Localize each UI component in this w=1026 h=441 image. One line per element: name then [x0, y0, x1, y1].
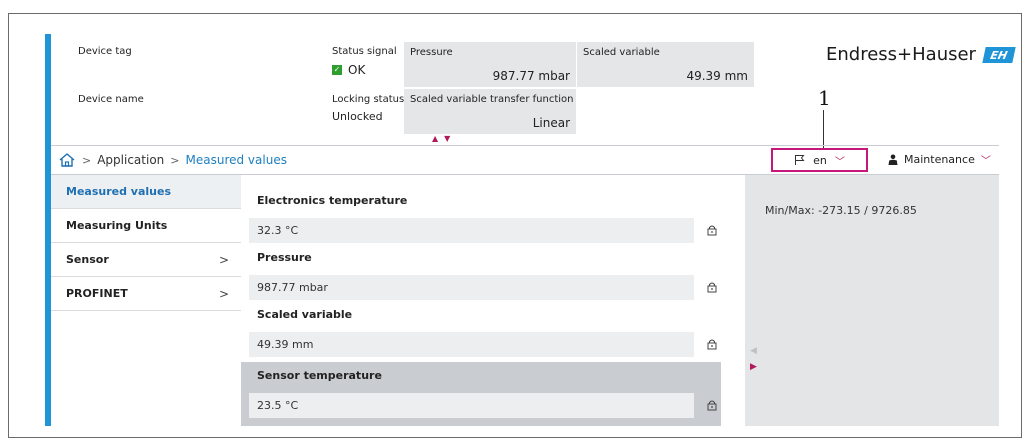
- language-value: en: [813, 153, 827, 167]
- chevron-right-icon: >: [170, 153, 180, 167]
- lock-icon: [707, 225, 717, 236]
- tile-label: Scaled variable transfer function: [410, 94, 574, 105]
- sidebar-item-label: PROFINET: [66, 287, 128, 300]
- arrow-left-icon[interactable]: ◀: [750, 343, 757, 359]
- main-content: Electronics temperature 32.3 °C Pressure…: [241, 175, 741, 426]
- status-signal-value: OK: [348, 63, 366, 77]
- group-title: Scaled variable: [257, 308, 353, 321]
- chevron-down-icon: ﹀: [834, 156, 845, 168]
- role-selector[interactable]: Maintenance ﹀: [888, 152, 991, 167]
- divider: [51, 145, 999, 146]
- sidebar-item-label: Sensor: [66, 253, 109, 266]
- group-title: Pressure: [257, 251, 312, 264]
- sidebar-item-profinet[interactable]: PROFINET >: [51, 277, 241, 311]
- chevron-right-icon: >: [218, 286, 229, 301]
- callout-number: 1: [818, 86, 831, 110]
- tile-transfer-function[interactable]: Scaled variable transfer function Linear: [404, 89, 576, 134]
- tile-scaled-variable[interactable]: Scaled variable 49.39 mm: [577, 42, 754, 87]
- chevron-right-icon: >: [218, 252, 229, 267]
- status-signal-label: Status signal: [332, 46, 397, 57]
- chevron-down-icon: ﹀: [980, 156, 991, 167]
- sidebar: Measured values Measuring Units Sensor >…: [51, 175, 242, 426]
- language-selector[interactable]: en ﹀: [771, 148, 868, 172]
- value-field: 32.3 °C: [249, 218, 694, 243]
- home-icon[interactable]: [58, 152, 76, 168]
- brand-name: Endress+Hauser: [826, 44, 976, 65]
- lock-icon: [707, 282, 717, 293]
- tile-label: Scaled variable: [583, 47, 660, 58]
- callout-line: [823, 110, 824, 150]
- tile-scroll-arrows-icon[interactable]: ▲▼: [432, 134, 456, 143]
- locking-status-value: Unlocked: [332, 110, 383, 123]
- sidebar-item-label: Measuring Units: [66, 219, 168, 232]
- eh-logo-icon: EH: [982, 46, 1016, 63]
- ok-check-icon: ✓: [332, 65, 342, 75]
- flag-icon: [795, 155, 805, 165]
- breadcrumb-item-current[interactable]: Measured values: [186, 153, 287, 167]
- value-field: 23.5 °C: [249, 393, 694, 418]
- lock-icon: [707, 339, 717, 350]
- info-panel: Min/Max: -273.15 / 9726.85 ◀ ▶: [745, 175, 999, 426]
- value-field: 49.39 mm: [249, 332, 694, 357]
- sidebar-item-label: Measured values: [66, 185, 171, 198]
- minmax-info: Min/Max: -273.15 / 9726.85: [765, 204, 917, 217]
- panel-toggle[interactable]: ◀ ▶: [750, 343, 757, 375]
- tile-pressure[interactable]: Pressure 987.77 mbar: [404, 42, 576, 87]
- tile-value: 49.39 mm: [686, 69, 748, 83]
- sidebar-item-sensor[interactable]: Sensor >: [51, 243, 241, 277]
- group-title: Electronics temperature: [257, 194, 408, 207]
- locking-status-label: Locking status: [332, 94, 405, 105]
- chevron-right-icon: >: [82, 153, 92, 167]
- tile-value: 987.77 mbar: [492, 69, 570, 83]
- lock-icon: [707, 400, 717, 411]
- group-title: Sensor temperature: [257, 369, 382, 382]
- sidebar-item-measuring-units[interactable]: Measuring Units: [51, 209, 241, 243]
- brand-logo: Endress+Hauser EH: [826, 44, 1016, 65]
- sidebar-item-measured-values[interactable]: Measured values: [51, 175, 241, 209]
- status-signal[interactable]: ✓ OK: [332, 63, 365, 77]
- user-icon: [888, 154, 898, 165]
- device-name-label: Device name: [78, 94, 144, 105]
- value-field: 987.77 mbar: [249, 275, 694, 300]
- tile-value: Linear: [532, 116, 570, 130]
- breadcrumb: > Application > Measured values: [58, 150, 287, 170]
- role-value: Maintenance: [904, 153, 975, 166]
- tile-label: Pressure: [410, 47, 453, 58]
- device-tag-label: Device tag: [78, 46, 132, 57]
- breadcrumb-item-application[interactable]: Application: [97, 153, 164, 167]
- arrow-right-icon[interactable]: ▶: [750, 359, 757, 375]
